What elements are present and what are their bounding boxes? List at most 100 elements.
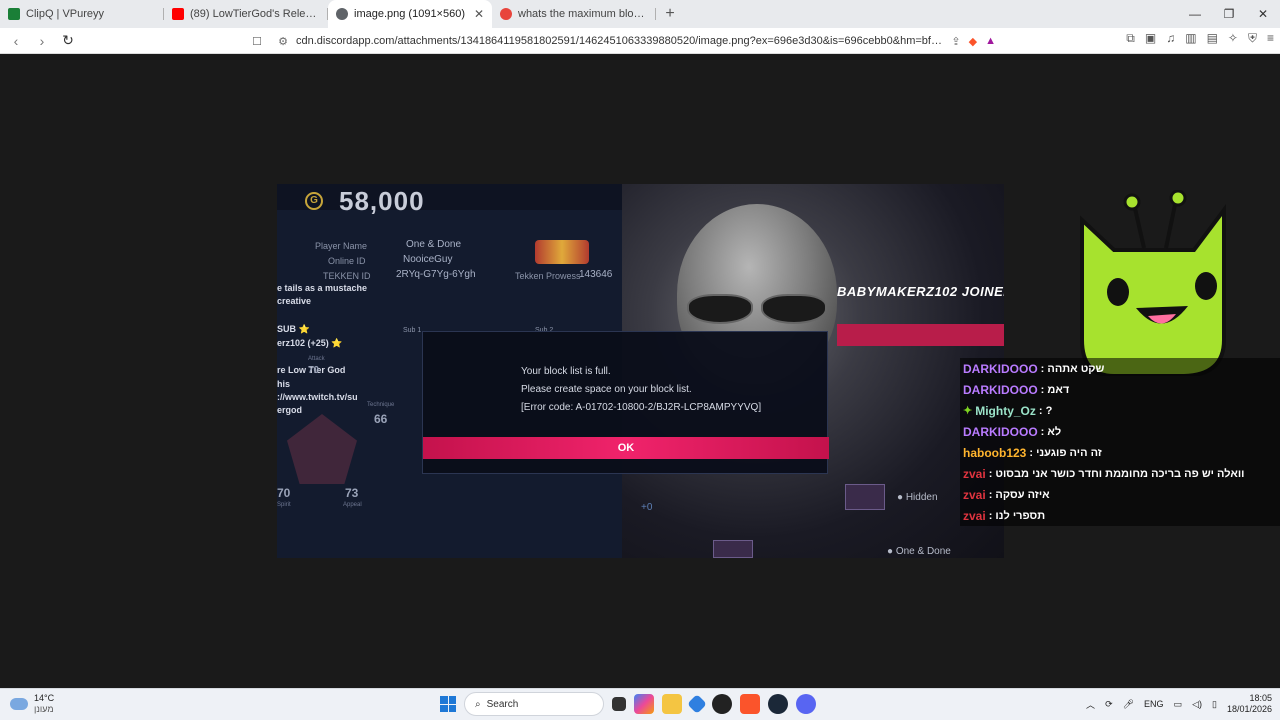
rank-badge-icon — [535, 240, 589, 264]
sub1-label: Sub 1 — [403, 327, 422, 334]
forward-icon[interactable]: › — [32, 31, 52, 51]
hidden-label-row: ● Hidden — [897, 492, 938, 503]
tab-youtube[interactable]: (89) LowTierGod's Relentless Tekken — [164, 0, 328, 28]
plus-zero: +0 — [641, 502, 653, 513]
stream-chat: DARKIDOOO : שקט אתהה DARKIDOOO : דאמ ✦ M… — [960, 358, 1280, 526]
microphone-icon[interactable]: 🎤︎ — [1123, 699, 1134, 710]
chevron-up-icon[interactable]: ︿ — [1086, 698, 1095, 711]
reload-icon[interactable]: ↻ — [58, 31, 78, 51]
system-tray: ︿ ⟳ 🎤︎ ENG ▭ ◁) ▯ 18:05 18/01/2026 — [1086, 693, 1272, 715]
date: 18/01/2026 — [1226, 704, 1272, 714]
taskbar-apps: ⌕ Search — [440, 692, 816, 716]
game-screenshot: G 58,000 Player Name One & Done Online I… — [277, 184, 1004, 558]
back-icon[interactable]: ‹ — [6, 31, 26, 51]
tab-search[interactable]: whats the maximum blocks you can — [492, 0, 656, 28]
chat-text: : תספרי לנו — [988, 509, 1046, 522]
task-view-icon[interactable] — [612, 697, 626, 711]
overlay-chat-line: SUB ⭐ — [277, 324, 310, 334]
volume-icon[interactable]: ◁) — [1192, 699, 1202, 710]
media-icon[interactable]: ♫ — [1166, 31, 1175, 46]
chat-text: : שקט אתהה — [1040, 362, 1105, 375]
taskbar-search[interactable]: ⌕ Search — [464, 692, 604, 716]
player-row-name: One & Done — [895, 546, 951, 557]
prowess-label: Tekken Prowess — [515, 271, 581, 281]
brave-rewards-icon[interactable]: ▲ — [985, 35, 996, 48]
error-dialog: Your block list is full. Please create s… — [422, 331, 829, 474]
chat-username: zvai — [963, 508, 986, 523]
rank-thumbnail — [713, 540, 753, 558]
tab-clipq[interactable]: ClipQ | VPureyy — [0, 0, 164, 28]
battery-icon[interactable]: ▯ — [1212, 699, 1217, 710]
restore-icon[interactable]: ❐ — [1212, 0, 1246, 28]
language-indicator[interactable]: ENG — [1144, 699, 1164, 709]
close-window-icon[interactable]: ✕ — [1246, 0, 1280, 28]
wallet-icon[interactable]: ▤ — [1207, 31, 1218, 46]
player-row: ● One & Done — [887, 546, 951, 557]
new-tab-button[interactable]: + — [656, 0, 684, 28]
weather-widget[interactable]: 14°C מעונן — [10, 693, 54, 715]
minimize-icon[interactable]: — — [1178, 0, 1212, 28]
close-tab-icon[interactable]: ✕ — [474, 7, 484, 21]
attack-value: 70 — [308, 365, 320, 376]
chat-username: Mighty_Oz — [975, 403, 1036, 418]
chat-text: : וואלה יש פה בריכה מחוממת וחדר כושר אני… — [988, 467, 1245, 480]
chat-message: ✦ Mighty_Oz : ? — [960, 400, 1280, 421]
chat-message: DARKIDOOO : לא — [960, 421, 1280, 442]
tab-image[interactable]: image.png (1091×560) ✕ — [328, 0, 492, 28]
copilot-icon[interactable] — [634, 694, 654, 714]
url-text[interactable]: cdn.discordapp.com/attachments/134186411… — [296, 35, 945, 47]
tab-title: ClipQ | VPureyy — [26, 8, 105, 20]
network-icon[interactable]: ▭ — [1174, 699, 1183, 710]
tekken-id: 2RYq-G7Yg-6Ygh — [396, 269, 476, 280]
banner-accent — [837, 324, 1004, 346]
character-thumbnail — [845, 484, 885, 510]
youtube-favicon-icon — [172, 8, 184, 20]
attack-label: Attack — [308, 356, 325, 362]
taskbar: 14°C מעונן ⌕ Search ︿ ⟳ 🎤︎ ENG ▭ ◁) ▯ 18… — [0, 688, 1280, 720]
overlay-chat-line: erz102 (+25) ⭐ — [277, 338, 343, 348]
chat-message: zvai : וואלה יש פה בריכה מחוממת וחדר כוש… — [960, 463, 1280, 484]
chat-username: haboob123 — [963, 445, 1027, 460]
dialog-line-1: Your block list is full. — [521, 366, 611, 377]
menu-icon[interactable]: ≡ — [1267, 31, 1274, 46]
prowess-value: 143646 — [579, 269, 613, 280]
vpn-icon[interactable]: ⛨ — [1248, 31, 1257, 46]
player-name: One & Done — [406, 239, 462, 250]
chat-text: : ? — [1038, 404, 1053, 417]
toolbar-right: ⧉ ▣ ♫ ▥ ▤ ✧ ⛨ ≡ — [1126, 31, 1274, 46]
search-placeholder: Search — [486, 698, 519, 710]
overlay-chat-line: his — [277, 379, 291, 389]
screenshot-icon[interactable]: ▣ — [1145, 31, 1156, 46]
gold-amount: 58,000 — [339, 186, 425, 216]
sync-icon[interactable]: ⟳ — [1105, 699, 1113, 710]
overlay-chat-line: e tails as a mustache — [277, 283, 368, 293]
appeal-value: 73 — [345, 486, 359, 500]
leo-ai-icon[interactable]: ✧ — [1228, 31, 1238, 46]
tekken-id-label: TEKKEN ID — [323, 271, 371, 281]
discord-icon[interactable] — [796, 694, 816, 714]
windows-start-icon[interactable] — [440, 696, 456, 712]
brave-browser-icon[interactable] — [740, 694, 760, 714]
file-explorer-icon[interactable] — [662, 694, 682, 714]
app-icon[interactable] — [687, 694, 707, 714]
tab-strip: ClipQ | VPureyy (89) LowTierGod's Relent… — [0, 0, 1280, 28]
bookmark-icon[interactable]: ☐ — [244, 35, 270, 48]
technique-label: Technique — [367, 402, 395, 408]
clock[interactable]: 18:05 18/01/2026 — [1227, 693, 1272, 715]
ok-button[interactable]: OK — [423, 437, 829, 459]
extensions-icon[interactable]: ⧉ — [1126, 31, 1135, 46]
character-sunglasses — [687, 294, 827, 324]
share-icon[interactable]: ⇪ — [951, 35, 960, 48]
tab-title: (89) LowTierGod's Relentless Tekken — [190, 8, 320, 20]
discord-alt-icon[interactable] — [712, 694, 732, 714]
chat-text: : לא — [1040, 425, 1062, 438]
chat-message: zvai : תספרי לנו — [960, 505, 1280, 526]
join-banner: BABYMAKERZ102 JOINED THE COV — [837, 284, 1004, 299]
sidebar-icon[interactable]: ▥ — [1185, 31, 1196, 46]
address-bar[interactable]: ☐ ⚙ cdn.discordapp.com/attachments/13418… — [244, 30, 996, 52]
online-id: NooiceGuy — [403, 254, 453, 265]
site-info-icon[interactable]: ⚙ — [270, 35, 296, 48]
brave-shields-icon[interactable]: ◆ — [969, 35, 977, 48]
globe-favicon-icon — [336, 8, 348, 20]
steam-icon[interactable] — [768, 694, 788, 714]
